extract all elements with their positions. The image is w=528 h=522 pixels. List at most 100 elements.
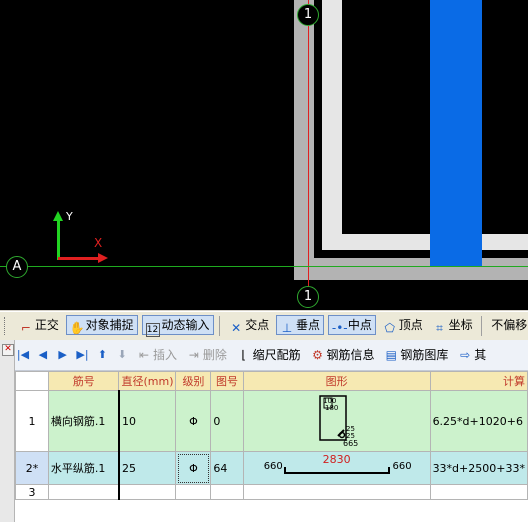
- column-header-name[interactable]: 筋号: [47, 371, 120, 391]
- insert-label: 插入: [152, 348, 177, 362]
- table-header-row: 筋号 直径(mm) 级别 图号 图形 计算: [15, 371, 528, 391]
- next-record-icon[interactable]: ▶: [55, 344, 71, 366]
- table-row[interactable]: 2* 水平纵筋.1 25 Φ 64 660 2830 660 33*d+2500…: [15, 451, 528, 485]
- ortho-icon: ⌐: [20, 321, 31, 335]
- rebar-info-icon: ⚙: [312, 348, 323, 362]
- prev-record-icon[interactable]: ◀: [35, 344, 51, 366]
- cell-grade[interactable]: Φ: [175, 390, 212, 452]
- midpoint-icon: -•-: [331, 321, 348, 335]
- ortho-label: 正交: [34, 318, 59, 332]
- pentagon-icon: ⬠: [384, 321, 395, 335]
- midpoint-label: 中点: [347, 318, 372, 332]
- rebar-library-button[interactable]: ▤ 钢筋图库: [381, 344, 451, 366]
- ucs-y-arrow-icon: [53, 211, 63, 221]
- table-row[interactable]: 1 横向钢筋.1 10 Φ 0 100 180 25 25 665 6.25*d…: [15, 390, 528, 452]
- other-label: 其: [474, 348, 487, 362]
- toolbar-separator: [481, 316, 483, 336]
- ucs-y-label: Y: [66, 210, 73, 223]
- cell-shape[interactable]: 660 2830 660: [242, 451, 431, 485]
- column-header-formula[interactable]: 计算: [429, 371, 528, 391]
- vertex-label: 顶点: [398, 318, 423, 332]
- row-index[interactable]: 2*: [15, 451, 49, 485]
- column-header-shape[interactable]: 图形: [242, 371, 431, 391]
- column-header-diameter[interactable]: 直径(mm): [118, 371, 177, 391]
- cell-name[interactable]: [47, 484, 120, 500]
- offset-dropdown[interactable]: 不偏移: [488, 315, 528, 335]
- wall-outline-vertical: [294, 0, 314, 280]
- cad-viewport[interactable]: 1 1 A Y X: [0, 0, 528, 310]
- wall-outline-horizontal: [294, 258, 528, 280]
- cell-formula[interactable]: [429, 484, 528, 500]
- scale-rebar-icon: ⌊: [241, 348, 246, 362]
- last-record-icon[interactable]: ▶|: [74, 344, 90, 366]
- cell-figure-no[interactable]: 0: [210, 390, 244, 452]
- rebar-grid-panel: ✕ |◀ ◀ ▶ ▶| ⬆ ⬇ ⇤ 插入 ⇥ 删除 ⌊ 缩尺配筋 ⚙ 钢筋信息 ▤ 钢筋图…: [0, 340, 528, 522]
- dynamic-input-label: 动态输入: [161, 318, 210, 332]
- cell-figure-no[interactable]: 64: [210, 451, 244, 485]
- dynamic-input-icon: 12: [145, 323, 160, 337]
- wall-face-horizontal: [322, 234, 528, 250]
- dynamic-input-button[interactable]: 12 动态输入: [141, 315, 214, 337]
- panel-side-tab: ✕: [0, 340, 15, 522]
- cell-diameter[interactable]: 25: [117, 451, 177, 485]
- column-header-grade[interactable]: 级别: [175, 371, 212, 391]
- cell-figure-no[interactable]: [210, 484, 244, 500]
- rebar-info-label: 钢筋信息: [326, 348, 375, 362]
- scale-rebar-label: 缩尺配筋: [252, 348, 301, 362]
- axis-bubble-bottom: 1: [297, 286, 319, 308]
- move-up-icon[interactable]: ⬆: [94, 344, 110, 366]
- cell-formula[interactable]: 33*d+2500+33*: [429, 451, 528, 485]
- rebar-library-icon: ▤: [385, 348, 398, 362]
- cell-grade[interactable]: Φ: [175, 451, 212, 485]
- intersection-icon: ✕: [231, 321, 242, 335]
- table-row[interactable]: 3: [15, 484, 528, 500]
- cell-shape[interactable]: 100 180 25 25 665: [242, 390, 431, 452]
- perpendicular-snap-button[interactable]: ⊥ 垂点: [276, 315, 325, 335]
- object-snap-button[interactable]: ✋对象捕捉: [65, 315, 138, 335]
- row-index[interactable]: 3: [15, 484, 49, 500]
- scale-rebar-button[interactable]: ⌊ 缩尺配筋: [234, 344, 304, 366]
- perpendicular-label: 垂点: [296, 318, 321, 332]
- cell-name[interactable]: 横向钢筋.1: [47, 390, 120, 452]
- rebar-table: 筋号 直径(mm) 级别 图号 图形 计算 1 横向钢筋.1 10 Φ 0 10…: [15, 371, 528, 500]
- cell-name[interactable]: 水平纵筋.1: [47, 451, 120, 485]
- cell-formula[interactable]: 6.25*d+1020+6: [429, 390, 528, 452]
- delete-icon: ⇥: [188, 348, 199, 362]
- cell-diameter[interactable]: 10: [117, 390, 177, 452]
- axis-bubble-left: A: [6, 256, 28, 278]
- snap-toolbar: ⌐ 正交 ✋对象捕捉 12 动态输入 ✕ 交点 ⊥ 垂点 -•-中点 ⬠ 顶点 ⌗ 坐标 不…: [0, 311, 528, 341]
- delete-button[interactable]: ⇥ 删除: [184, 344, 230, 366]
- column-header-figure[interactable]: 图号: [210, 371, 244, 391]
- object-snap-label: 对象捕捉: [85, 318, 134, 332]
- close-icon[interactable]: ✕: [2, 344, 14, 356]
- first-record-icon[interactable]: |◀: [15, 344, 31, 366]
- row-index[interactable]: 1: [15, 390, 49, 452]
- selected-member[interactable]: [430, 0, 482, 266]
- cell-diameter[interactable]: [117, 484, 177, 500]
- offset-label: 不偏移: [491, 318, 528, 332]
- rebar-info-button[interactable]: ⚙ 钢筋信息: [308, 344, 378, 366]
- magnet-icon: ✋: [69, 321, 85, 335]
- intersection-snap-button[interactable]: ✕ 交点: [226, 315, 272, 335]
- insert-button[interactable]: ⇤ 插入: [134, 344, 180, 366]
- axis-bubble-top: 1: [297, 4, 319, 26]
- straight-bar-shape: 660 2830 660: [246, 453, 428, 484]
- coordinate-snap-button[interactable]: ⌗ 坐标: [430, 315, 476, 335]
- ucs-x-label: X: [94, 236, 103, 250]
- vertex-snap-button[interactable]: ⬠ 顶点: [380, 315, 426, 335]
- shape-label: 180: [325, 404, 338, 412]
- stirrup-shape-drawing: 100 180 25 25 665: [318, 395, 358, 448]
- other-button[interactable]: ⇨ 其: [455, 344, 489, 366]
- toolbar-grip[interactable]: [4, 317, 8, 335]
- rebar-library-label: 钢筋图库: [400, 348, 449, 362]
- toolbar-separator: [219, 316, 221, 336]
- move-down-icon[interactable]: ⬇: [114, 344, 130, 366]
- shape-bar-line: [283, 467, 390, 474]
- delete-label: 删除: [202, 348, 227, 362]
- ucs-y-axis: [57, 220, 60, 260]
- intersection-label: 交点: [245, 318, 270, 332]
- cell-shape[interactable]: [242, 484, 431, 500]
- midpoint-snap-button[interactable]: -•-中点: [327, 315, 376, 335]
- ortho-button[interactable]: ⌐ 正交: [16, 315, 62, 335]
- cell-grade[interactable]: [175, 484, 212, 500]
